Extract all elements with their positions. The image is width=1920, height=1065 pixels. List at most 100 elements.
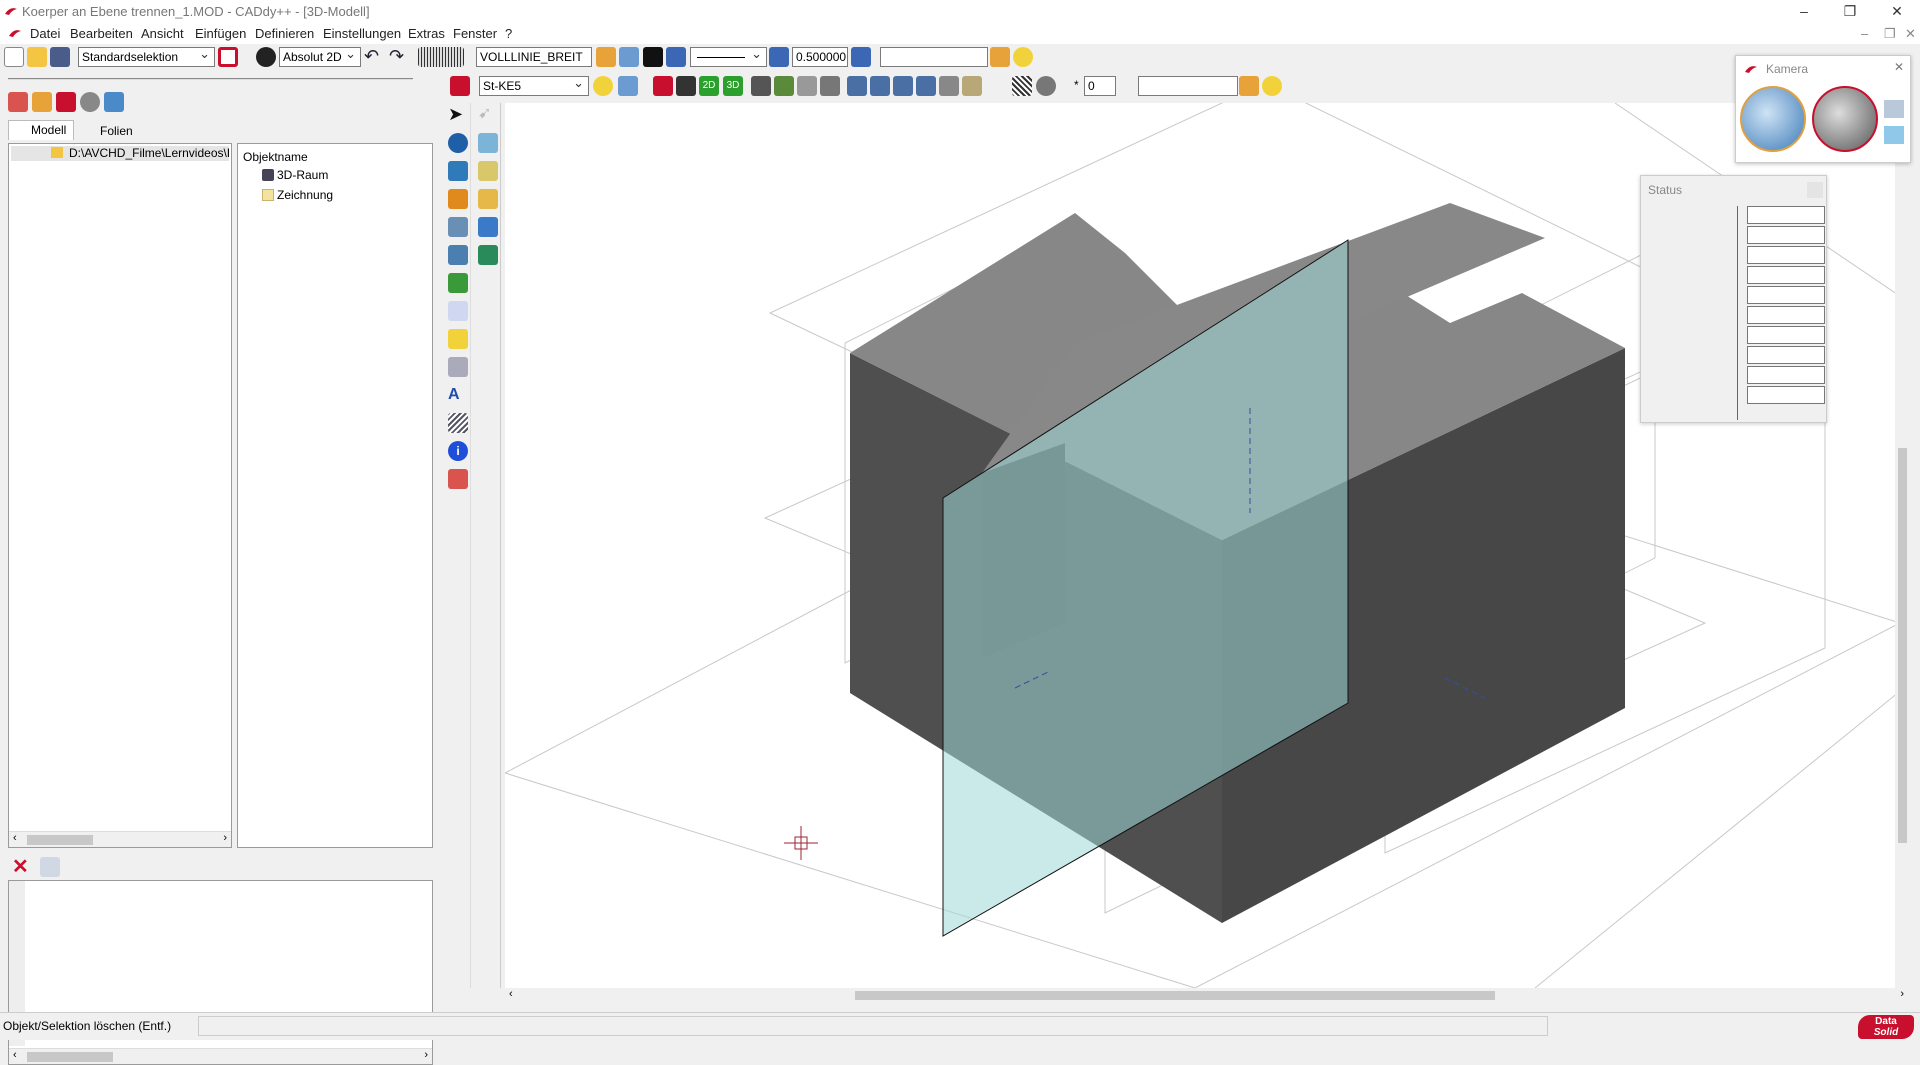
toolbar2-bulb-icon[interactable]	[1262, 76, 1282, 96]
mdi-close-icon[interactable]: ✕	[1905, 26, 1916, 42]
zoom-out-icon[interactable]	[870, 76, 890, 96]
pick-arrow-icon[interactable]: ➹	[478, 105, 498, 125]
menu-help[interactable]: ?	[505, 26, 512, 41]
view-2d-icon[interactable]: 2D	[699, 76, 719, 96]
prop-scroll-right-icon[interactable]: ›	[424, 1049, 428, 1061]
minimize-icon[interactable]: –	[1781, 0, 1827, 24]
canvas-scroll-left-icon[interactable]: ‹	[509, 988, 513, 1000]
selection-color-icon[interactable]	[218, 47, 238, 67]
status-cell[interactable]	[1747, 386, 1825, 404]
canvas-scroll-right-icon[interactable]: ›	[1900, 988, 1904, 1000]
edit-pen-icon[interactable]	[653, 76, 673, 96]
info-icon[interactable]: i	[448, 441, 468, 461]
layer-stack-icon[interactable]	[666, 47, 686, 67]
coordinate-mode-select[interactable]: Absolut 2D	[279, 45, 361, 67]
open-file-icon[interactable]	[27, 47, 47, 67]
canvas-hscroll-thumb[interactable]	[855, 991, 1495, 1000]
status-cell[interactable]	[1747, 206, 1825, 224]
close-icon[interactable]: ✕	[1874, 0, 1920, 24]
box-solid-icon[interactable]	[478, 133, 498, 153]
status-cell[interactable]	[1747, 326, 1825, 344]
toolbar2-empty-field[interactable]	[1138, 76, 1238, 96]
material-select[interactable]: St-KE5	[479, 74, 589, 96]
zoom-window-icon[interactable]	[797, 76, 817, 96]
scroll-thumb[interactable]	[27, 835, 93, 845]
axis-cross-icon[interactable]	[448, 301, 468, 321]
mdi-restore-icon[interactable]: ❐	[1884, 26, 1896, 42]
folder-icon[interactable]	[990, 47, 1010, 67]
line-style-select[interactable]	[690, 45, 767, 67]
redo-icon[interactable]: ↷	[389, 47, 409, 67]
layer-bulb-icon[interactable]	[619, 47, 639, 67]
section-icon[interactable]	[478, 245, 498, 265]
model-tool-icon-3[interactable]	[56, 92, 76, 112]
status-close-button[interactable]	[1807, 182, 1823, 198]
count-field[interactable]: 0	[1084, 76, 1116, 96]
zoom-in-icon[interactable]	[847, 76, 867, 96]
prop-scroll-left-icon[interactable]: ‹	[13, 1049, 17, 1061]
extrude-icon[interactable]	[478, 217, 498, 237]
canvas-hscrollbar[interactable]: ‹ ›	[505, 988, 1910, 1003]
pencil-icon[interactable]	[448, 189, 468, 209]
camera-orbit-globe-icon[interactable]	[1740, 86, 1806, 152]
material-bulb-icon[interactable]	[593, 76, 613, 96]
zoom-previous-icon[interactable]	[916, 76, 936, 96]
hatch-display-icon[interactable]	[1012, 76, 1032, 96]
material-icon[interactable]	[450, 76, 470, 96]
eraser-icon[interactable]	[448, 469, 468, 489]
menu-einstellungen[interactable]: Einstellungen	[323, 26, 401, 41]
edge-icon[interactable]	[676, 76, 696, 96]
save-file-icon[interactable]	[50, 47, 70, 67]
status-cell[interactable]	[1747, 286, 1825, 304]
layer-folder-icon[interactable]	[596, 47, 616, 67]
hatch-tool-icon[interactable]	[448, 413, 468, 433]
camera-rotate-globe-icon[interactable]	[1812, 86, 1878, 152]
snap-icon[interactable]	[448, 329, 468, 349]
lightbulb-icon[interactable]	[1013, 47, 1033, 67]
pan-hand-icon[interactable]	[820, 76, 840, 96]
draw-green-icon[interactable]	[448, 273, 468, 293]
line-width-field[interactable]: 0.500000	[792, 47, 848, 67]
restore-icon[interactable]: ❐	[1827, 0, 1873, 24]
model-tool-icon-5[interactable]	[104, 92, 124, 112]
construct-icon[interactable]	[448, 161, 468, 181]
render-mode-icon[interactable]	[1036, 76, 1056, 96]
scroll-right-icon[interactable]: ›	[223, 832, 227, 844]
status-cell[interactable]	[1747, 366, 1825, 384]
tab-modell[interactable]: Modell	[8, 120, 74, 140]
scroll-left-icon[interactable]: ‹	[13, 832, 17, 844]
menu-datei[interactable]: Datei	[30, 26, 60, 41]
canvas-vscrollbar[interactable]	[1895, 103, 1910, 988]
width-stack-icon[interactable]	[851, 47, 871, 67]
camera-view-box-icon[interactable]	[1884, 126, 1904, 144]
model-tool-icon-4[interactable]	[80, 92, 100, 112]
tools-icon[interactable]	[448, 217, 468, 237]
menu-fenster[interactable]: Fenster	[453, 26, 497, 41]
canvas-vscroll-thumb[interactable]	[1898, 448, 1907, 843]
property-hscrollbar[interactable]: ‹ ›	[9, 1048, 432, 1064]
delete-selection-icon[interactable]: ✕	[12, 857, 32, 877]
tab-folien[interactable]: Folien	[78, 122, 138, 142]
new-file-icon[interactable]	[4, 47, 24, 67]
rotate-view-icon[interactable]	[751, 76, 771, 96]
prop-scroll-thumb[interactable]	[27, 1052, 113, 1062]
model-tool-icon-2[interactable]	[32, 92, 52, 112]
menu-ansicht[interactable]: Ansicht	[141, 26, 184, 41]
undo-icon[interactable]: ↶	[364, 47, 384, 67]
menu-extras[interactable]: Extras	[408, 26, 445, 41]
grid-pattern-icon[interactable]	[418, 47, 464, 67]
line-type-field[interactable]: VOLLLINIE_BREIT	[476, 47, 592, 67]
landscape-icon[interactable]	[774, 76, 794, 96]
panel-grip[interactable]	[8, 78, 413, 80]
status-cell[interactable]	[1747, 246, 1825, 264]
camera-view-cube-icon[interactable]	[1884, 100, 1904, 118]
shade-box-icon[interactable]	[962, 76, 982, 96]
coordinate-icon[interactable]	[256, 47, 276, 67]
status-cell[interactable]	[1747, 306, 1825, 324]
status-cell[interactable]	[1747, 266, 1825, 284]
camera-close-icon[interactable]: ✕	[1894, 60, 1904, 74]
dimension-icon[interactable]	[448, 357, 468, 377]
surface-icon[interactable]	[478, 189, 498, 209]
sphere-icon[interactable]	[448, 133, 468, 153]
mdi-minimize-icon[interactable]: –	[1861, 26, 1868, 41]
